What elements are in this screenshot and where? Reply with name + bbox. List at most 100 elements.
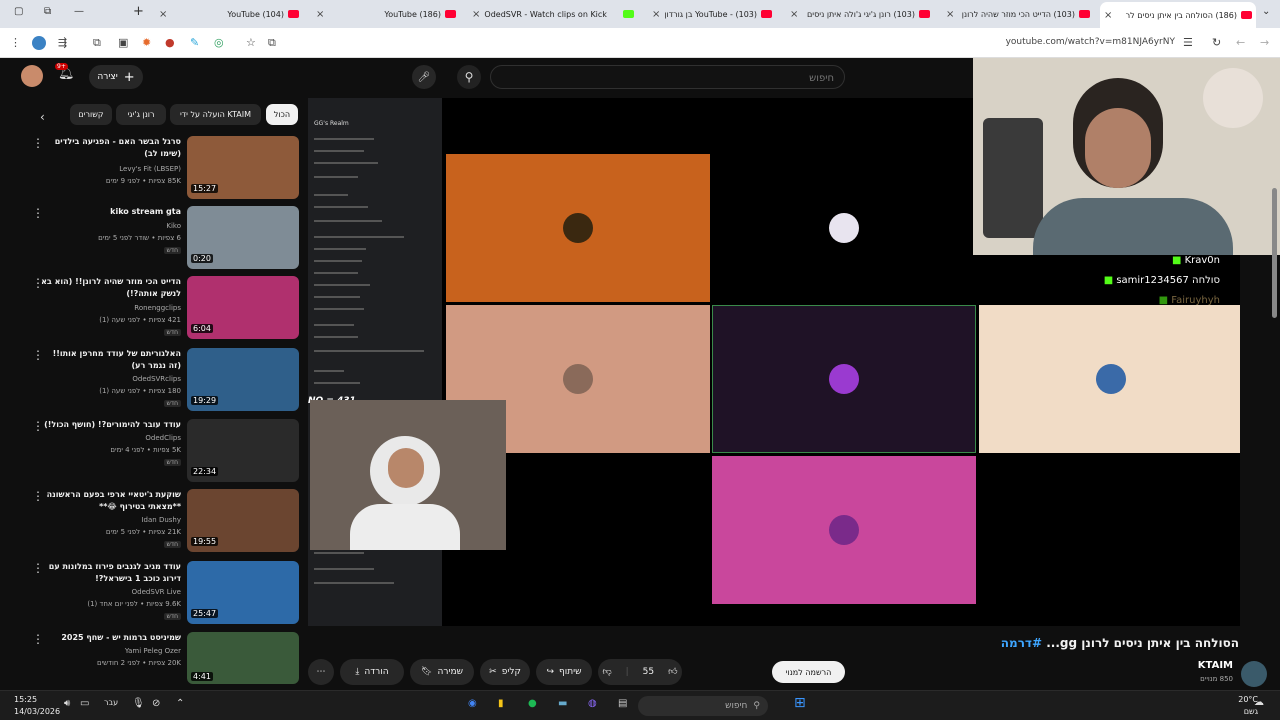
video-title[interactable]: עודד מגיב לגנבים פירוז במלונות עם דירוג …: [41, 561, 181, 585]
microphone-icon[interactable]: 🎤︎: [412, 65, 436, 89]
profile-icon[interactable]: [32, 36, 46, 50]
list-item[interactable]: 25:47 עודד מגיב לגנבים פירוז במלונות עם …: [0, 559, 305, 631]
close-tab-icon[interactable]: ×: [1100, 10, 1116, 21]
browser-tab[interactable]: × (186) YouTube: [312, 3, 460, 25]
hashtag-link[interactable]: #דרמה: [1001, 636, 1042, 650]
new-tab-icon[interactable]: +: [133, 4, 144, 19]
create-button[interactable]: + יצירה: [89, 65, 143, 89]
url-field[interactable]: youtube.com/watch?v=m81NJA6yrNY: [1006, 37, 1175, 47]
channel-name[interactable]: Levy's Fit (LBSEP): [21, 165, 181, 173]
tab-list-icon[interactable]: ⌄: [1262, 6, 1270, 17]
bookmark-star-icon[interactable]: ☆: [246, 36, 256, 49]
close-tab-icon[interactable]: ×: [648, 9, 664, 20]
channel-avatar[interactable]: [1241, 661, 1267, 687]
spotify-icon[interactable]: ●: [528, 698, 537, 709]
more-vert-icon[interactable]: ⋮: [32, 276, 44, 290]
browser-tab[interactable]: × OdedSVR - Watch clips on Kick: [468, 3, 638, 25]
forward-icon[interactable]: ←: [1236, 36, 1245, 49]
search-box[interactable]: [490, 65, 845, 90]
list-item[interactable]: 19:29 האלגוריתם של עודד מחרפן אותו!! (זה…: [0, 346, 305, 418]
list-item[interactable]: 6:04 הדייט הכי מוזר שהיה לרונן!! (הוא בא…: [0, 274, 305, 346]
extension-green-icon[interactable]: ◎: [214, 36, 224, 49]
search-input[interactable]: [491, 67, 844, 90]
more-vert-icon[interactable]: ⋮: [32, 632, 44, 646]
page-scrollbar[interactable]: [1272, 98, 1278, 318]
close-tab-icon[interactable]: ×: [786, 9, 802, 20]
download-button[interactable]: ⤓ הורדה: [340, 659, 404, 685]
channel-name[interactable]: OdedSVRclips: [21, 375, 181, 383]
discord-icon[interactable]: ◍: [588, 698, 597, 709]
more-vert-icon[interactable]: ⋮: [32, 489, 44, 503]
menu-dots-icon[interactable]: ⋮: [10, 36, 21, 49]
video-title[interactable]: kiko stream gta: [41, 206, 181, 218]
browser-tab[interactable]: × (103) רונן ג'יגי ג'ולה איתן ניסים: [786, 3, 934, 25]
video-title[interactable]: עודד עובר להימורים?! (חושף הכול!): [41, 419, 181, 431]
extension-orange-icon[interactable]: ✹: [142, 36, 151, 49]
window-icon[interactable]: ▢: [14, 6, 23, 17]
video-title[interactable]: סרגל הבשר האם - הפגיעה בילדים (שימו לב): [41, 136, 181, 160]
extension-red-icon[interactable]: ●: [165, 36, 175, 49]
wifi-off-icon[interactable]: ⊘: [152, 698, 160, 709]
reload-icon[interactable]: ↻: [1212, 36, 1221, 49]
minimize-icon[interactable]: —: [74, 6, 84, 17]
more-vert-icon[interactable]: ⋮: [32, 419, 44, 433]
file-explorer-icon[interactable]: ▤: [618, 698, 627, 709]
chip-ronen[interactable]: רונן ג'יגי: [116, 104, 166, 125]
app-icon[interactable]: ▮: [498, 698, 504, 709]
channel-name[interactable]: OdedSVR Live: [21, 588, 181, 596]
more-vert-icon[interactable]: ⋮: [32, 348, 44, 362]
extension-blue-icon[interactable]: ✎: [190, 36, 199, 49]
back-icon[interactable]: →: [1260, 36, 1269, 49]
chip-uploaded-by[interactable]: הועלה על ידי KTAIM: [170, 104, 261, 125]
chip-all[interactable]: הכול: [266, 104, 298, 125]
like-button[interactable]: 👍︎: [668, 667, 677, 677]
list-item[interactable]: 19:55 שוקעת ג'יטאיי ארפי בפעם הראשונה **…: [0, 487, 305, 559]
extension-icon[interactable]: ⇶: [58, 36, 67, 49]
list-item[interactable]: 0:20 kiko stream gta Kiko 6 צפיות • שודר…: [0, 204, 305, 276]
speaker-icon[interactable]: 🔊︎: [64, 698, 70, 709]
browser-tab[interactable]: × YouTube - (103) בן גורדון: [648, 3, 776, 25]
chip-related[interactable]: קשורים: [70, 104, 112, 125]
save-button[interactable]: 🔖︎ שמירה: [410, 659, 474, 685]
video-title[interactable]: האלגוריתם של עודד מחרפן אותו!! (זה נגמר …: [41, 348, 181, 372]
browser-tab[interactable]: × (104) YouTube: [155, 3, 303, 25]
list-item[interactable]: 4:41 שמיניסט ברמות יש - שחף 2025 Yami Pe…: [0, 630, 305, 686]
video-title[interactable]: שוקעת ג'יטאיי ארפי בפעם הראשונה **מצאתי …: [41, 489, 181, 513]
more-vert-icon[interactable]: ⋮: [32, 206, 44, 220]
video-title[interactable]: שמיניסט ברמות יש - שחף 2025: [41, 632, 181, 644]
system-clock[interactable]: 15:25 14/03/2026: [14, 694, 60, 718]
channel-name[interactable]: Idan Dushy: [21, 516, 181, 524]
channel-name[interactable]: OdedClips: [21, 434, 181, 442]
tray-chevron-icon[interactable]: ⌃: [176, 698, 184, 709]
terminal-icon[interactable]: ▬: [558, 698, 567, 709]
close-tab-icon[interactable]: ×: [468, 9, 484, 20]
tune-icon[interactable]: ☰: [1183, 36, 1193, 49]
channel-name[interactable]: Kiko: [21, 222, 181, 230]
channel-name[interactable]: Yami Peleg Ozer: [21, 647, 181, 655]
channel-name[interactable]: Ronenggclips: [21, 304, 181, 312]
more-vert-icon[interactable]: ⋮: [32, 561, 44, 575]
clip-button[interactable]: ✂ קליפ: [480, 659, 530, 685]
more-vert-icon[interactable]: ⋮: [32, 136, 44, 150]
avatar[interactable]: [21, 65, 43, 87]
browser-tab-active[interactable]: × (186) הסולחה בין איתן ניסים לר: [1100, 2, 1256, 28]
windows-start-icon[interactable]: ⊞: [794, 695, 806, 711]
restore-icon[interactable]: ⧉: [44, 6, 51, 17]
video-title[interactable]: הדייט הכי מוזר שהיה לרונן!! (הוא בא לנשק…: [41, 276, 181, 300]
browser-tab[interactable]: × (103) הדייט הכי מוזר שהיה לרונן: [942, 3, 1094, 25]
list-item[interactable]: 15:27 סרגל הבשר האם - הפגיעה בילדים (שימ…: [0, 134, 305, 206]
screen-icon[interactable]: ▣: [118, 36, 128, 49]
close-tab-icon[interactable]: ×: [155, 9, 171, 20]
taskbar-search[interactable]: חיפוש ⚲: [638, 696, 768, 716]
puzzle-icon[interactable]: ⧉: [93, 36, 101, 50]
list-item[interactable]: 22:34 עודד עובר להימורים?! (חושף הכול!) …: [0, 417, 305, 489]
more-actions-button[interactable]: ⋯: [308, 659, 334, 685]
chrome-icon[interactable]: ◉: [468, 698, 477, 709]
subscribe-button[interactable]: הרשמה למנוי: [772, 661, 845, 683]
site-info-icon[interactable]: ⧉: [268, 36, 276, 50]
display-icon[interactable]: ▭: [80, 698, 89, 709]
language-indicator[interactable]: עבר: [104, 698, 118, 707]
mic-icon[interactable]: 🎙︎: [132, 698, 145, 709]
channel-name-main[interactable]: KTAIM: [1198, 660, 1233, 671]
close-tab-icon[interactable]: ×: [312, 9, 328, 20]
